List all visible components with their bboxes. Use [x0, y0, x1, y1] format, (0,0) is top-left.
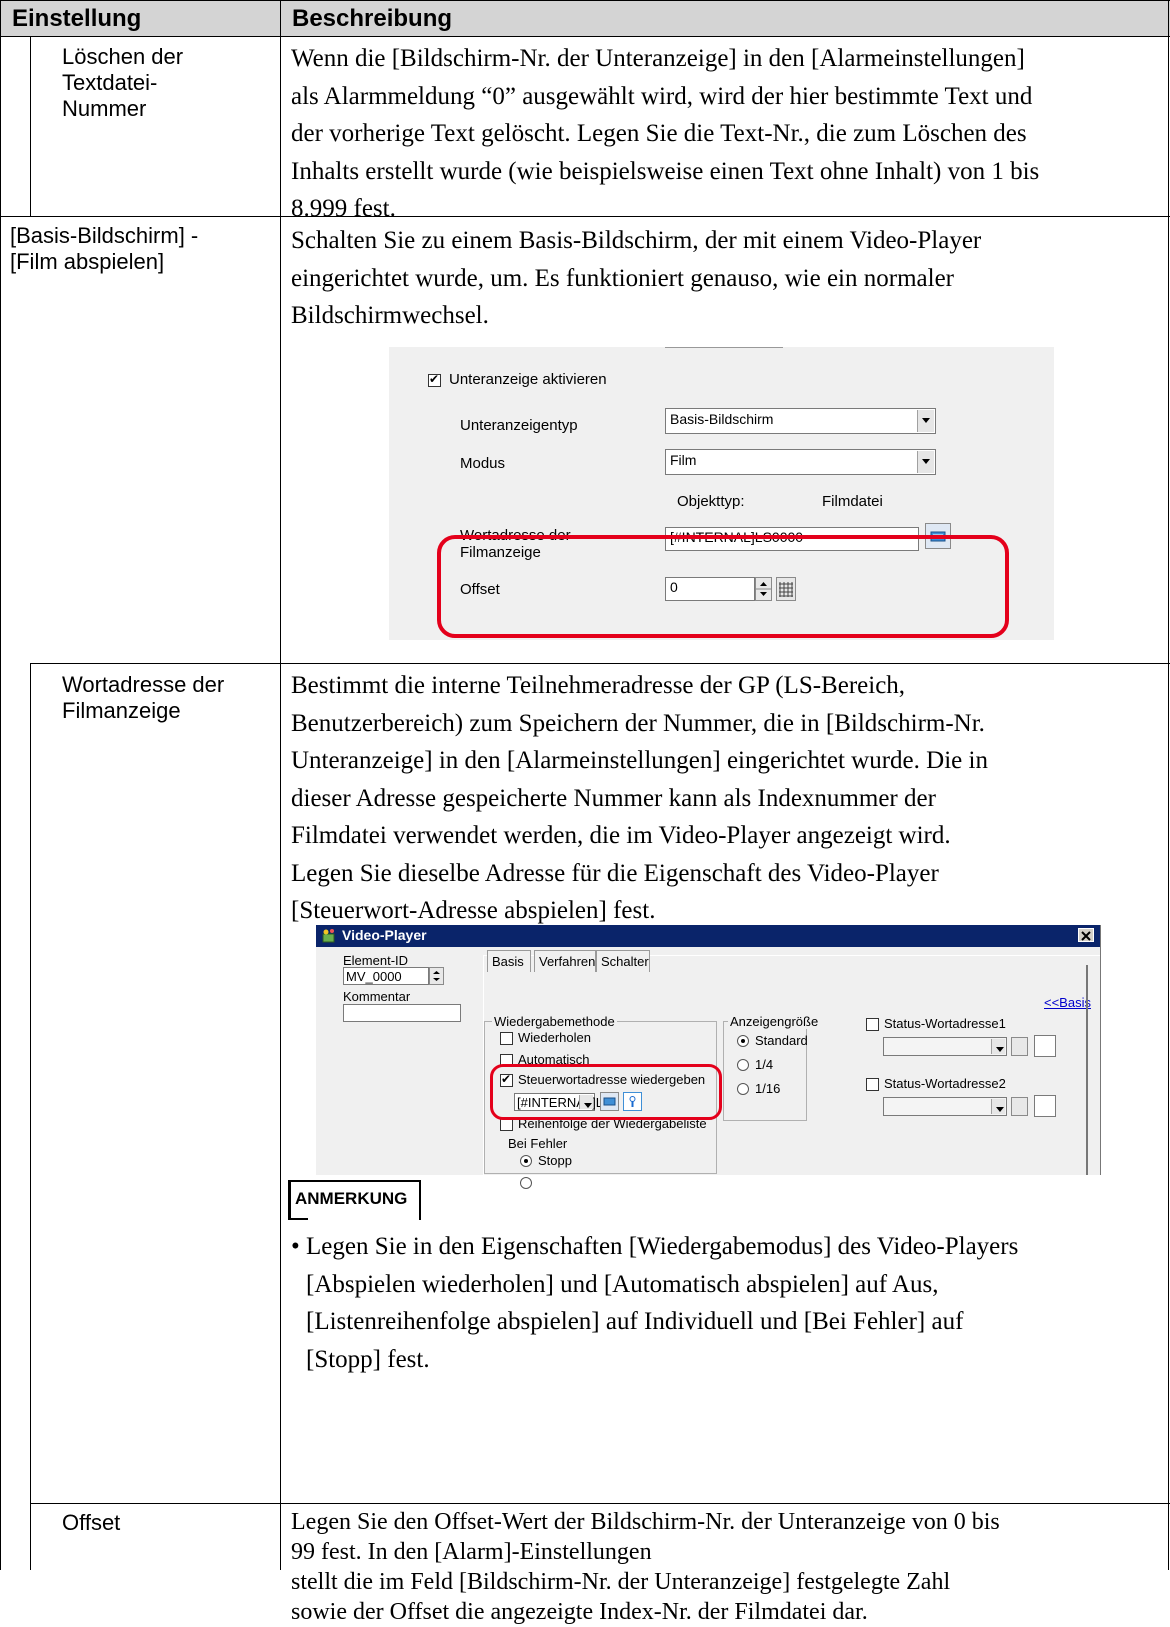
element-id-input[interactable]: MV_0000 [343, 967, 429, 985]
size-group-title: Anzeigengröße [728, 1014, 821, 1029]
label-wortadresse: Wortadresse der Filmanzeige [62, 672, 225, 723]
size-standard-label: Standard [755, 1033, 808, 1048]
next-radio[interactable] [520, 1177, 532, 1189]
video-player-icon [322, 928, 338, 949]
chevron-down-icon[interactable] [991, 1039, 1005, 1054]
on-error-label: Bei Fehler [508, 1136, 568, 1151]
size-16-label: 1/16 [755, 1081, 781, 1096]
status2-color-box[interactable] [1034, 1095, 1056, 1117]
enable-subdisplay-checkbox[interactable] [428, 372, 441, 387]
status2-checkbox[interactable] [866, 1078, 879, 1091]
size-standard-radio[interactable] [737, 1035, 749, 1047]
status1-color-box[interactable] [1034, 1035, 1056, 1057]
keypad-icon[interactable] [1011, 1097, 1028, 1116]
element-id-label: Element-ID [343, 953, 409, 968]
highlight-frame [437, 535, 1009, 638]
status1-label: Status-Wortadresse1 [884, 1016, 1006, 1031]
playback-group-title: Wiedergabemethode [492, 1014, 617, 1029]
object-type-value: Filmdatei [822, 493, 883, 510]
highlight-frame [490, 1064, 722, 1120]
table-header [0, 0, 1170, 36]
desc-loeschen: Wenn die [Bildschirm-Nr. der Unteranzeig… [291, 45, 1040, 222]
mode-select[interactable]: Film [665, 449, 936, 475]
enable-subdisplay-label: Unteranzeige aktivieren [449, 371, 607, 388]
sub-display-settings-panel: Unteranzeige aktivieren Unteranzeigentyp… [389, 347, 1054, 640]
header-beschreibung: Beschreibung [292, 5, 453, 32]
desc-basis: Schalten Sie zu einem Basis-Bildschirm, … [291, 227, 982, 329]
label-basis: [Basis-Bildschirm] - [Film abspielen] [10, 223, 199, 274]
object-type-label: Objekttyp: [677, 493, 745, 510]
comment-input[interactable] [343, 1004, 461, 1022]
size-quarter-radio[interactable] [737, 1059, 749, 1071]
subdisplay-type-select[interactable]: Basis-Bildschirm [665, 408, 936, 434]
tab-basis[interactable]: Basis [487, 950, 531, 972]
header-einstellung: Einstellung [12, 5, 142, 32]
status2-label: Status-Wortadresse2 [884, 1076, 1006, 1091]
chevron-down-icon[interactable] [991, 1099, 1005, 1114]
basis-link[interactable]: <<Basis [1044, 995, 1091, 1010]
stop-radio[interactable] [520, 1155, 532, 1167]
label-loeschen: Löschen der Textdatei- Nummer [62, 44, 184, 121]
mode-label: Modus [460, 455, 506, 472]
desc-offset: Legen Sie den Offset-Wert der Bildschirm… [291, 1509, 1000, 1625]
scrollbar[interactable] [1086, 965, 1088, 1175]
subdisplay-type-label: Unteranzeigentyp [460, 417, 578, 434]
stop-label: Stopp [538, 1153, 572, 1168]
chevron-down-icon[interactable] [917, 410, 934, 432]
desc-wortadresse: Bestimmt die interne Teilnehmeradresse d… [291, 672, 988, 924]
tab-schalter[interactable]: Schalter [596, 950, 650, 972]
repeat-label: Wiederholen [518, 1030, 591, 1045]
dialog-titlebar: Video-Player [316, 925, 1100, 947]
keypad-icon[interactable] [1011, 1037, 1028, 1056]
label-offset: Offset [62, 1510, 121, 1535]
size-16-radio[interactable] [737, 1083, 749, 1095]
close-icon[interactable] [1078, 928, 1094, 942]
video-player-dialog: Video-Player Element-ID MV_0000 Kommenta… [316, 925, 1101, 1175]
size-quarter-label: 1/4 [755, 1057, 774, 1072]
status2-select[interactable] [883, 1097, 1007, 1116]
repeat-checkbox[interactable] [500, 1032, 513, 1045]
chevron-down-icon[interactable] [917, 451, 934, 473]
comment-label: Kommentar [343, 989, 411, 1004]
tab-verfahren[interactable]: Verfahren [534, 950, 596, 972]
dialog-title: Video-Player [342, 927, 427, 943]
note-text: • Legen Sie in den Eigenschaften [Wieder… [291, 1233, 1019, 1373]
status1-checkbox[interactable] [866, 1018, 879, 1031]
status1-select[interactable] [883, 1037, 1007, 1056]
note-tag-label: ANMERKUNG [295, 1189, 408, 1208]
note-tag: ANMERKUNG [288, 1180, 421, 1220]
element-id-spinner[interactable] [429, 967, 444, 985]
